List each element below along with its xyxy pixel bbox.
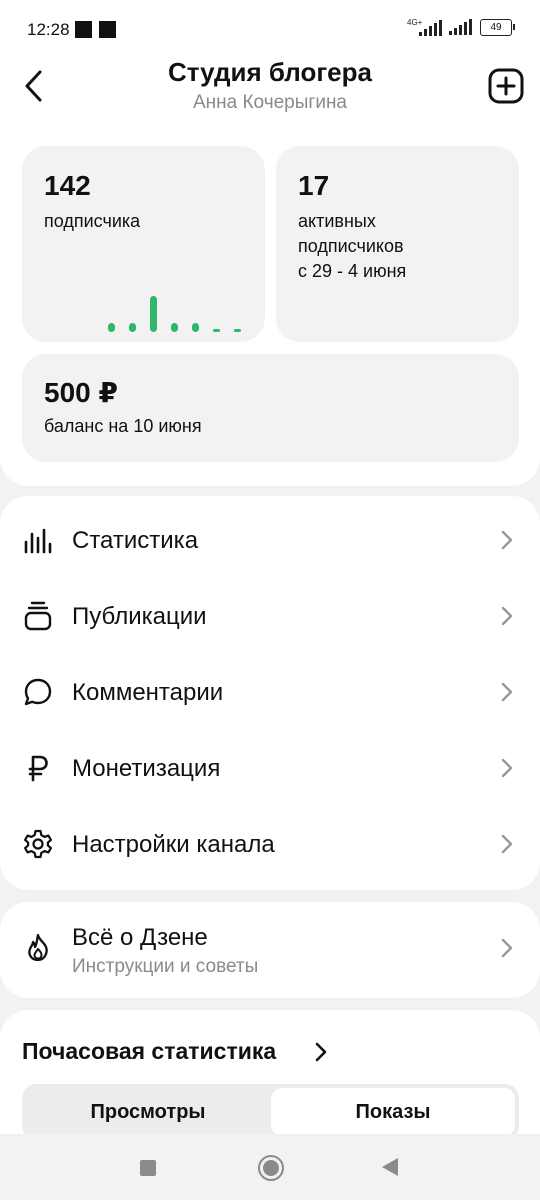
flame-icon: [28, 933, 48, 962]
recent-apps-icon[interactable]: [140, 1160, 156, 1176]
add-icon[interactable]: [486, 66, 526, 106]
menu-item-statistics[interactable]: Статистика: [0, 502, 540, 578]
menu-item-comments[interactable]: Комментарии: [0, 654, 540, 730]
system-nav-bar: [0, 1134, 540, 1200]
about-subtitle: Инструкции и советы: [72, 956, 259, 977]
gear-icon: [24, 829, 52, 859]
active-subscribers-label: активных подписчиков с 29 - 4 июня: [298, 209, 406, 284]
home-icon[interactable]: [258, 1155, 284, 1181]
balance-amount: 500 ₽: [44, 377, 118, 408]
channel-name: Анна Кочерыгина: [192, 92, 347, 113]
chevron-right-icon: [501, 606, 513, 626]
active-subscribers-card[interactable]: 17 активных подписчиков с 29 - 4 июня: [276, 146, 519, 342]
chevron-right-icon: [501, 834, 513, 854]
battery-level: 49: [490, 21, 502, 33]
back-icon[interactable]: [382, 1158, 398, 1176]
active-label-period: с 29 - 4 июня: [298, 261, 407, 281]
about-title: Всё о Дзене: [72, 924, 208, 951]
menu-item-label: Публикации: [72, 603, 207, 630]
cellular-signal-icon: 4G+: [407, 18, 442, 36]
subscribers-count: 142: [44, 170, 91, 201]
menu-item-monetization[interactable]: Монетизация: [0, 730, 540, 806]
mini-chart-bar: [192, 323, 199, 332]
mini-chart-bar: [213, 329, 220, 332]
status-bar: 12:28 4G+ 49: [0, 0, 540, 56]
hourly-stats-title[interactable]: Почасовая статистика: [22, 1038, 276, 1065]
header-panel: Студия блогера Анна Кочерыгина 142 подпи…: [0, 56, 540, 486]
chevron-right-icon: [501, 682, 513, 702]
chevron-right-icon: [501, 938, 513, 958]
chevron-right-icon[interactable]: [314, 1042, 328, 1062]
chevron-right-icon: [501, 758, 513, 778]
active-subscribers-count: 17: [298, 170, 330, 201]
menu-item-label: Статистика: [72, 527, 199, 554]
balance-card[interactable]: 500 ₽ баланс на 10 июня: [22, 354, 519, 462]
ruble-icon: [28, 755, 48, 782]
chevron-right-icon: [501, 530, 513, 550]
menu-item-label: Комментарии: [72, 679, 224, 706]
tab-views[interactable]: Просмотры: [26, 1088, 270, 1136]
battery-icon: 49: [480, 18, 515, 36]
about-dzen-item[interactable]: Всё о Дзене Инструкции и советы: [0, 902, 540, 998]
mini-chart-bar: [171, 323, 178, 332]
cellular-signal-icon: [449, 19, 472, 35]
menu-item-label: Монетизация: [72, 755, 221, 782]
metric-segmented-control: Просмотры Показы: [22, 1084, 519, 1140]
notification-icon: [75, 21, 92, 38]
studio-menu: Статистика Публикации Комментарии Монети…: [0, 496, 540, 890]
notification-icon: [99, 21, 116, 38]
comment-icon: [24, 678, 52, 706]
status-time: 12:28: [27, 20, 70, 39]
subscribers-label: подписчика: [44, 211, 141, 231]
stack-icon: [24, 601, 52, 631]
subscribers-mini-chart: [108, 296, 241, 332]
menu-item-publications[interactable]: Публикации: [0, 578, 540, 654]
mini-chart-bar: [234, 329, 241, 332]
bar-chart-icon: [24, 528, 52, 554]
status-indicators: 4G+ 49: [407, 18, 515, 36]
menu-item-channel-settings[interactable]: Настройки канала: [0, 806, 540, 882]
page-title: Студия блогера: [168, 57, 372, 87]
mini-chart-bar: [150, 296, 157, 332]
mini-chart-bar: [129, 323, 136, 332]
tab-impressions[interactable]: Показы: [271, 1088, 515, 1136]
balance-label: баланс на 10 июня: [44, 416, 202, 436]
subscribers-card[interactable]: 142 подписчика: [22, 146, 265, 342]
active-label-line: подписчиков: [298, 236, 404, 256]
active-label-line: активных: [298, 211, 376, 231]
mini-chart-bar: [108, 323, 115, 332]
menu-item-label: Настройки канала: [72, 831, 275, 858]
